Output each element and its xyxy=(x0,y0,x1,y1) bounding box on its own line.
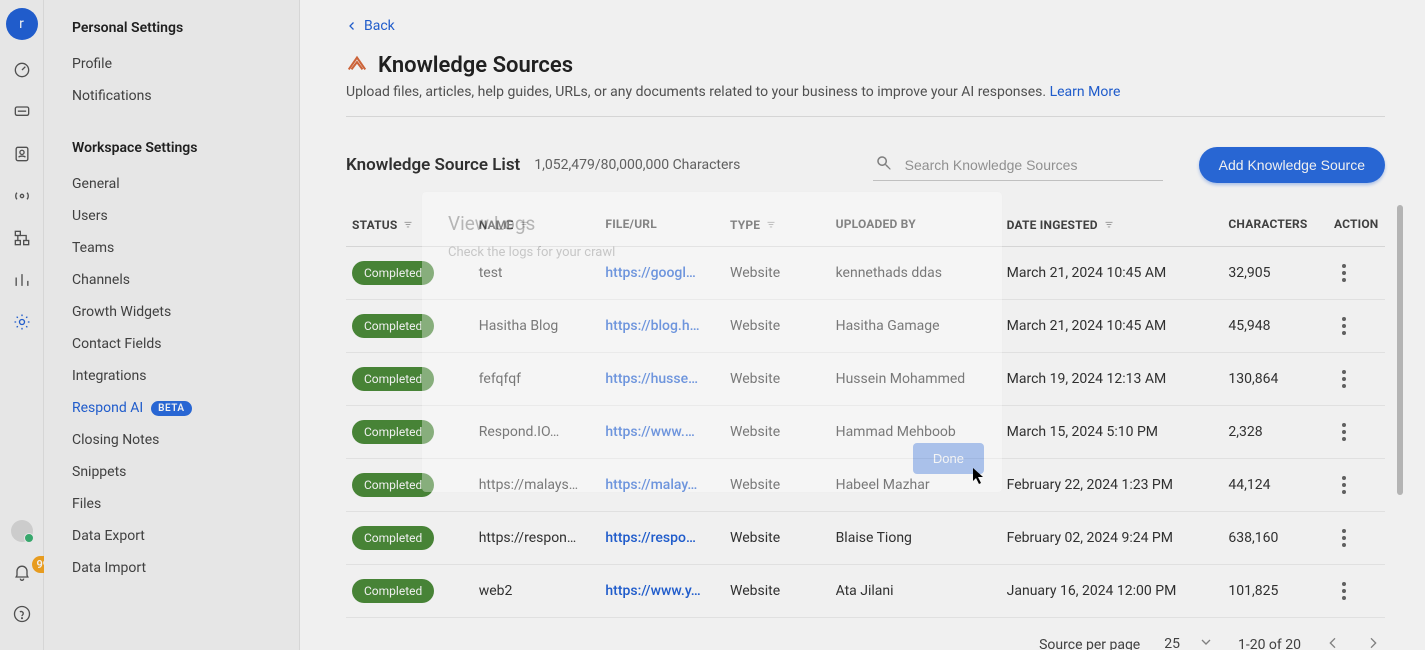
modal-subtitle: Check the logs for your crawl xyxy=(448,245,976,260)
per-page-label: Source per page xyxy=(1039,637,1140,650)
table-row: Completed https://respon…https://respo…We… xyxy=(346,512,1385,565)
view-logs-modal: View Logs Check the logs for your crawl … xyxy=(422,192,1002,492)
section-personal-header: Personal Settings xyxy=(72,20,299,36)
icon-rail: r 99+ xyxy=(0,0,44,650)
cell-uploaded-by: Ata Jilani xyxy=(830,565,1001,618)
nav-data-import[interactable]: Data Import xyxy=(72,552,299,584)
nav-data-export[interactable]: Data Export xyxy=(72,520,299,552)
nav-teams[interactable]: Teams xyxy=(72,232,299,264)
row-actions-button[interactable] xyxy=(1334,314,1354,338)
cell-date: January 16, 2024 12:00 PM xyxy=(1001,565,1223,618)
table-row: Completed web2https://www.y…WebsiteAta Ji… xyxy=(346,565,1385,618)
nav-growth-widgets[interactable]: Growth Widgets xyxy=(72,296,299,328)
back-link[interactable]: Back xyxy=(346,18,1385,34)
cell-characters: 638,160 xyxy=(1222,512,1328,565)
next-page-button[interactable] xyxy=(1365,635,1381,650)
nav-closing-notes[interactable]: Closing Notes xyxy=(72,424,299,456)
broadcast-icon[interactable] xyxy=(10,184,34,208)
cell-date: March 21, 2024 10:45 AM xyxy=(1001,247,1223,300)
cell-name: web2 xyxy=(473,565,600,618)
nav-respond-ai-label: Respond AI xyxy=(72,400,143,416)
cell-type: Website xyxy=(724,565,830,618)
cell-characters: 101,825 xyxy=(1222,565,1328,618)
nav-profile[interactable]: Profile xyxy=(72,48,299,80)
modal-title: View Logs xyxy=(448,212,976,235)
row-actions-button[interactable] xyxy=(1334,473,1354,497)
cell-uploaded-by: Blaise Tiong xyxy=(830,512,1001,565)
status-badge: Completed xyxy=(352,526,434,550)
dashboard-icon[interactable] xyxy=(10,58,34,82)
cell-characters: 44,124 xyxy=(1222,459,1328,512)
user-avatar[interactable] xyxy=(11,520,33,542)
settings-icon[interactable] xyxy=(10,310,34,334)
nav-contact-fields[interactable]: Contact Fields xyxy=(72,328,299,360)
status-badge: Completed xyxy=(352,579,434,603)
nav-general[interactable]: General xyxy=(72,168,299,200)
back-label: Back xyxy=(364,18,395,34)
col-action: ACTION xyxy=(1328,205,1385,247)
nav-integrations[interactable]: Integrations xyxy=(72,360,299,392)
character-counter: 1,052,479/80,000,000 Characters xyxy=(534,157,740,173)
page-range: 1-20 of 20 xyxy=(1238,637,1301,650)
prev-page-button[interactable] xyxy=(1325,635,1341,650)
sort-icon xyxy=(401,217,415,231)
learn-more-link[interactable]: Learn More xyxy=(1050,84,1121,100)
row-actions-button[interactable] xyxy=(1334,420,1354,444)
row-actions-button[interactable] xyxy=(1334,261,1354,285)
page-title: Knowledge Sources xyxy=(378,53,573,78)
search-input[interactable] xyxy=(903,156,1161,174)
cell-date: March 19, 2024 12:13 AM xyxy=(1001,353,1223,406)
cell-date: March 15, 2024 5:10 PM xyxy=(1001,406,1223,459)
sort-icon xyxy=(1102,217,1116,231)
beta-badge: BETA xyxy=(151,401,191,416)
cell-date: February 22, 2024 1:23 PM xyxy=(1001,459,1223,512)
workflow-icon[interactable] xyxy=(10,226,34,250)
search-wrapper xyxy=(873,150,1163,181)
row-actions-button[interactable] xyxy=(1334,526,1354,550)
settings-sidebar: Personal Settings Profile Notifications … xyxy=(44,0,300,650)
cell-name: https://respon… xyxy=(473,512,600,565)
notifications-icon[interactable]: 99+ xyxy=(10,560,34,584)
nav-notifications[interactable]: Notifications xyxy=(72,80,299,112)
page-description: Upload files, articles, help guides, URL… xyxy=(346,84,1385,100)
contacts-icon[interactable] xyxy=(10,142,34,166)
row-actions-button[interactable] xyxy=(1334,579,1354,603)
cell-date: February 02, 2024 9:24 PM xyxy=(1001,512,1223,565)
col-date[interactable]: DATE INGESTED xyxy=(1001,205,1223,247)
nav-channels[interactable]: Channels xyxy=(72,264,299,296)
add-knowledge-source-button[interactable]: Add Knowledge Source xyxy=(1199,147,1385,183)
nav-users[interactable]: Users xyxy=(72,200,299,232)
cell-file-link[interactable]: https://www.y… xyxy=(599,565,724,618)
cell-file-link[interactable]: https://respo… xyxy=(599,512,724,565)
section-workspace-header: Workspace Settings xyxy=(72,140,299,156)
per-page-select[interactable]: 25 xyxy=(1164,634,1214,650)
messages-icon[interactable] xyxy=(10,100,34,124)
cursor-pointer-icon xyxy=(972,467,986,485)
scrollbar[interactable] xyxy=(1397,205,1403,495)
help-icon[interactable] xyxy=(10,602,34,626)
cell-date: March 21, 2024 10:45 AM xyxy=(1001,300,1223,353)
nav-snippets[interactable]: Snippets xyxy=(72,456,299,488)
col-characters: CHARACTERS xyxy=(1222,205,1328,247)
nav-respond-ai[interactable]: Respond AI BETA xyxy=(72,392,299,424)
pagination: Source per page 25 1-20 of 20 xyxy=(346,618,1385,650)
chevron-down-icon xyxy=(1198,634,1214,650)
reports-icon[interactable] xyxy=(10,268,34,292)
row-actions-button[interactable] xyxy=(1334,367,1354,391)
cell-characters: 2,328 xyxy=(1222,406,1328,459)
cell-characters: 45,948 xyxy=(1222,300,1328,353)
search-icon xyxy=(875,154,893,176)
workspace-avatar[interactable]: r xyxy=(6,8,38,40)
knowledge-sources-icon xyxy=(346,52,368,78)
cell-characters: 130,864 xyxy=(1222,353,1328,406)
nav-files[interactable]: Files xyxy=(72,488,299,520)
list-title: Knowledge Source List xyxy=(346,155,520,175)
cell-characters: 32,905 xyxy=(1222,247,1328,300)
cell-type: Website xyxy=(724,512,830,565)
